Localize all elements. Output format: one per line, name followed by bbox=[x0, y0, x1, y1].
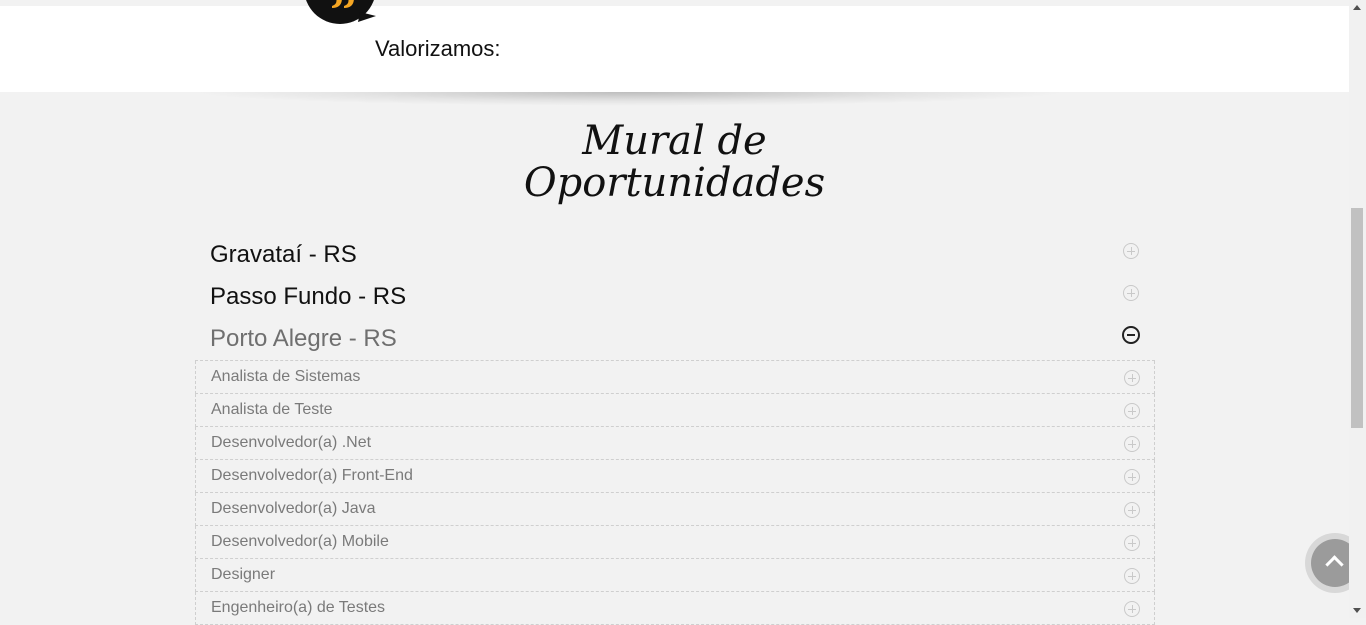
job-row[interactable]: Desenvolvedor(a) Front-End bbox=[195, 460, 1155, 493]
scroll-up-arrow-icon[interactable] bbox=[1353, 5, 1361, 10]
job-label: Desenvolvedor(a) .Net bbox=[211, 434, 372, 451]
job-row[interactable]: Desenvolvedor(a) .Net bbox=[195, 427, 1155, 460]
plus-circle-icon[interactable] bbox=[1123, 243, 1139, 259]
job-label: Desenvolvedor(a) Front-End bbox=[211, 467, 413, 484]
plus-circle-icon[interactable] bbox=[1124, 469, 1140, 485]
plus-circle-icon[interactable] bbox=[1124, 568, 1140, 584]
mural-title-line2: Oportunidades bbox=[523, 160, 826, 206]
plus-circle-icon[interactable] bbox=[1123, 285, 1139, 301]
plus-circle-icon[interactable] bbox=[1124, 436, 1140, 452]
quote-bubble-icon bbox=[306, 0, 376, 24]
job-row[interactable]: Desenvolvedor(a) Mobile bbox=[195, 526, 1155, 559]
city-item-gravatai[interactable]: Gravataí - RS bbox=[210, 241, 357, 269]
section-shadow bbox=[190, 92, 1070, 106]
scroll-thumb[interactable] bbox=[1351, 208, 1363, 428]
plus-circle-icon[interactable] bbox=[1124, 601, 1140, 617]
city-item-porto-alegre[interactable]: Porto Alegre - RS bbox=[210, 325, 397, 353]
plus-circle-icon[interactable] bbox=[1124, 502, 1140, 518]
valorizamos-heading: Valorizamos: bbox=[375, 36, 501, 61]
job-row[interactable]: Engenheiro(a) de Testes bbox=[195, 592, 1155, 625]
job-label: Desenvolvedor(a) Java bbox=[211, 500, 376, 517]
job-row[interactable]: Analista de Sistemas bbox=[195, 361, 1155, 394]
values-section bbox=[0, 6, 1349, 92]
job-label: Analista de Teste bbox=[211, 401, 333, 418]
scroll-down-arrow-icon[interactable] bbox=[1353, 608, 1361, 613]
scrollbar[interactable] bbox=[1349, 0, 1366, 618]
plus-circle-icon[interactable] bbox=[1124, 403, 1140, 419]
minus-circle-icon[interactable] bbox=[1122, 326, 1140, 344]
mural-title: Mural de Oportunidades bbox=[0, 120, 1349, 204]
job-row[interactable]: Desenvolvedor(a) Java bbox=[195, 493, 1155, 526]
job-row[interactable]: Designer bbox=[195, 559, 1155, 592]
plus-circle-icon[interactable] bbox=[1124, 535, 1140, 551]
job-list: Analista de Sistemas Analista de Teste D… bbox=[195, 360, 1155, 625]
job-label: Analista de Sistemas bbox=[211, 368, 361, 385]
job-label: Engenheiro(a) de Testes bbox=[211, 599, 386, 616]
city-item-passo-fundo[interactable]: Passo Fundo - RS bbox=[210, 283, 406, 311]
chevron-up-icon bbox=[1325, 555, 1344, 574]
job-label: Designer bbox=[211, 566, 276, 583]
plus-circle-icon[interactable] bbox=[1124, 370, 1140, 386]
job-row[interactable]: Analista de Teste bbox=[195, 394, 1155, 427]
mural-title-line1: Mural de bbox=[582, 118, 767, 164]
job-label: Desenvolvedor(a) Mobile bbox=[211, 533, 389, 550]
